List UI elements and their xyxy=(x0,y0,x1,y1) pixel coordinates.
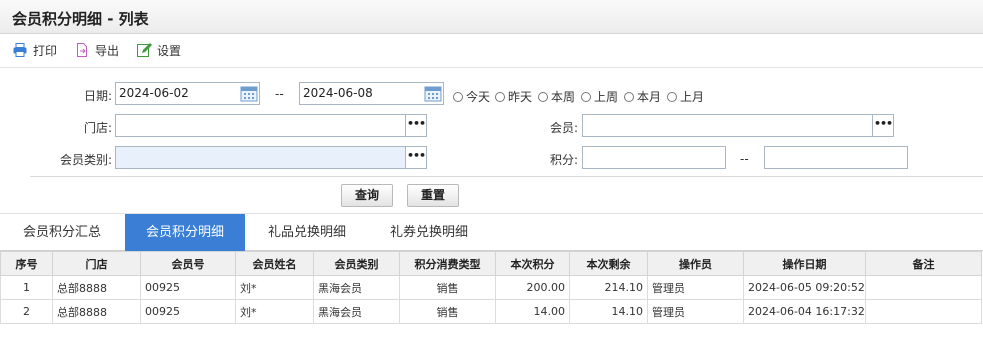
points-to-field[interactable] xyxy=(764,146,908,169)
cell-member-type: 黑海会员 xyxy=(313,275,400,300)
print-label: 打印 xyxy=(33,43,58,58)
tab-voucher-exchange[interactable]: 礼券兑换明细 xyxy=(368,214,490,251)
radio-last-month[interactable]: 上月 xyxy=(667,88,704,105)
page-title: 会员积分明细 - 列表 xyxy=(12,10,149,28)
table-row[interactable]: 1 总部8888 00925 刘* 黑海会员 销售 200.00 214.10 … xyxy=(0,275,982,300)
column-header[interactable]: 门店 xyxy=(52,251,141,276)
cell-remark xyxy=(865,299,982,324)
column-header[interactable]: 积分消费类型 xyxy=(399,251,496,276)
member-picker-button[interactable]: ••• xyxy=(872,114,894,137)
column-header[interactable]: 会员号 xyxy=(140,251,236,276)
cell-points: 200.00 xyxy=(495,275,570,300)
radio-yesterday[interactable]: 昨天 xyxy=(495,88,532,105)
cell-remaining: 14.10 xyxy=(569,299,648,324)
date-separator: -- xyxy=(275,87,284,101)
edit-settings-icon xyxy=(136,42,152,58)
export-label: 导出 xyxy=(95,43,120,58)
cell-member-no: 00925 xyxy=(140,299,236,324)
column-header[interactable]: 备注 xyxy=(865,251,982,276)
cell-member-type: 黑海会员 xyxy=(313,299,400,324)
tab-points-detail[interactable]: 会员积分明细 xyxy=(125,214,245,251)
cell-member-name: 刘* xyxy=(235,275,314,300)
export-file-icon xyxy=(74,42,90,58)
cell-remark xyxy=(865,275,982,300)
filter-form: 日期: 2024-06-02 -- 2024-06-08 今天 昨天 本周 上周… xyxy=(0,68,983,213)
cell-index: 1 xyxy=(0,275,53,300)
title-bar: 会员积分明细 - 列表 xyxy=(0,0,983,34)
export-button[interactable]: 导出 xyxy=(74,40,119,60)
cell-date: 2024-06-05 09:20:52 xyxy=(743,275,866,300)
member-type-field[interactable] xyxy=(115,146,406,169)
cell-consume-type: 销售 xyxy=(399,275,496,300)
toolbar: 打印 导出 设置 xyxy=(0,34,983,68)
points-from-field[interactable] xyxy=(582,146,726,169)
table-header-row: 序号 门店 会员号 会员姓名 会员类别 积分消费类型 本次积分 本次剩余 操作员… xyxy=(0,251,982,276)
cell-operator: 管理员 xyxy=(647,299,744,324)
cell-date: 2024-06-04 16:17:32 xyxy=(743,299,866,324)
cell-consume-type: 销售 xyxy=(399,299,496,324)
tab-bar: 会员积分汇总 会员积分明细 礼品兑换明细 礼券兑换明细 xyxy=(0,213,983,251)
member-field[interactable] xyxy=(582,114,873,137)
radio-today[interactable]: 今天 xyxy=(453,88,490,105)
date-label: 日期: xyxy=(83,89,112,103)
points-label: 积分: xyxy=(549,153,578,167)
table-row[interactable]: 2 总部8888 00925 刘* 黑海会员 销售 14.00 14.10 管理… xyxy=(0,299,982,324)
cell-remaining: 214.10 xyxy=(569,275,648,300)
settings-label: 设置 xyxy=(157,43,182,58)
member-type-picker-button[interactable]: ••• xyxy=(405,146,427,169)
store-field[interactable] xyxy=(115,114,406,137)
cell-operator: 管理员 xyxy=(647,275,744,300)
settings-button[interactable]: 设置 xyxy=(136,40,181,60)
cell-member-no: 00925 xyxy=(140,275,236,300)
form-divider xyxy=(30,176,983,177)
column-header[interactable]: 会员类别 xyxy=(313,251,400,276)
radio-this-month[interactable]: 本月 xyxy=(624,88,661,105)
column-header[interactable]: 本次积分 xyxy=(495,251,570,276)
column-header[interactable]: 本次剩余 xyxy=(569,251,648,276)
printer-icon xyxy=(12,42,28,58)
cell-member-name: 刘* xyxy=(235,299,314,324)
calendar-icon[interactable] xyxy=(423,83,443,104)
cell-store: 总部8888 xyxy=(52,275,141,300)
tab-points-summary[interactable]: 会员积分汇总 xyxy=(0,214,124,251)
member-type-label: 会员类别: xyxy=(59,153,112,167)
print-button[interactable]: 打印 xyxy=(12,40,57,60)
store-label: 门店: xyxy=(83,121,112,135)
cell-store: 总部8888 xyxy=(52,299,141,324)
points-detail-table: 序号 门店 会员号 会员姓名 会员类别 积分消费类型 本次积分 本次剩余 操作员… xyxy=(0,251,982,324)
query-button[interactable]: 查询 xyxy=(341,184,393,207)
store-picker-button[interactable]: ••• xyxy=(405,114,427,137)
radio-last-week[interactable]: 上周 xyxy=(581,88,618,105)
column-header[interactable]: 操作日期 xyxy=(743,251,866,276)
column-header[interactable]: 操作员 xyxy=(647,251,744,276)
reset-button[interactable]: 重置 xyxy=(407,184,459,207)
tab-gift-exchange[interactable]: 礼品兑换明细 xyxy=(246,214,368,251)
column-header[interactable]: 会员姓名 xyxy=(235,251,314,276)
radio-this-week[interactable]: 本周 xyxy=(538,88,575,105)
calendar-icon[interactable] xyxy=(239,83,259,104)
points-separator: -- xyxy=(740,152,749,166)
cell-index: 2 xyxy=(0,299,53,324)
cell-points: 14.00 xyxy=(495,299,570,324)
member-label: 会员: xyxy=(549,121,578,135)
column-header[interactable]: 序号 xyxy=(0,251,53,276)
